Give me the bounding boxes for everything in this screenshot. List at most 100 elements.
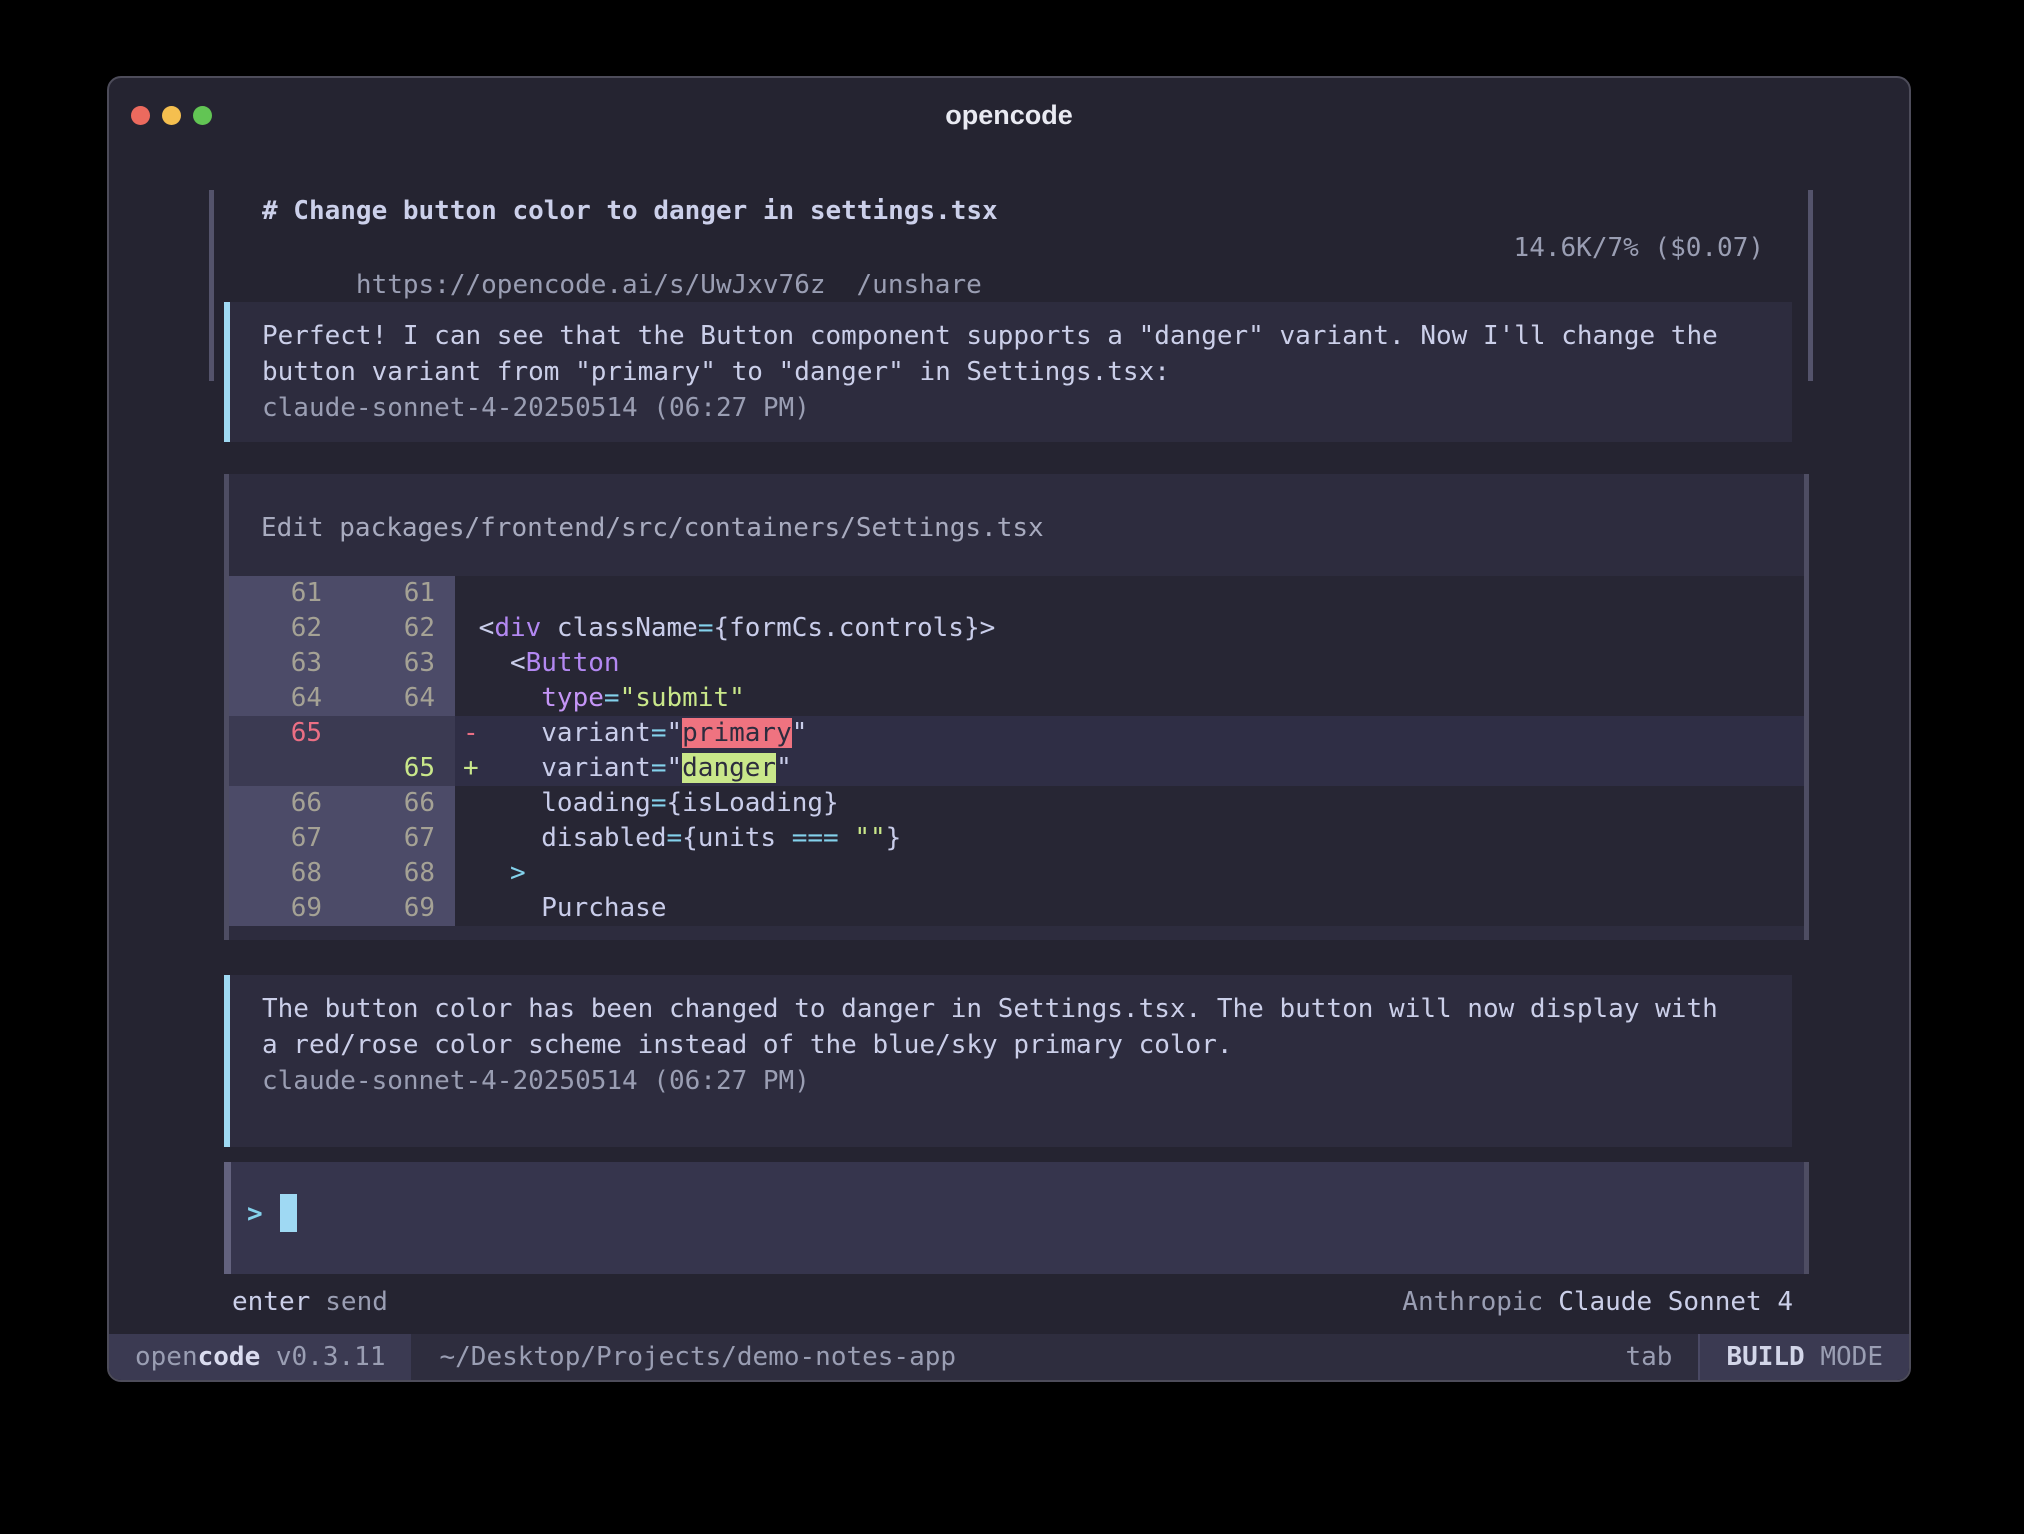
old-line-number: 63 — [229, 646, 342, 681]
old-line-number: 67 — [229, 821, 342, 856]
code-line: variant="primary"- — [455, 716, 1804, 751]
tab-hint[interactable]: tab — [1625, 1334, 1698, 1380]
edit-tool-title: Edit packages/frontend/src/containers/Se… — [261, 510, 1804, 546]
code-token-op: === — [792, 823, 839, 853]
message-model-meta: claude-sonnet-4-20250514 (06:27 PM) — [262, 1063, 1792, 1099]
code-line: variant="danger"+ — [455, 751, 1804, 786]
keybind-enter-action: send — [325, 1287, 388, 1317]
code-token-plain — [463, 858, 510, 888]
diff-line-context: 6363 <Button — [229, 646, 1804, 681]
new-line-number: 66 — [342, 786, 455, 821]
code-token-str: "submit" — [620, 683, 745, 713]
diff-marker: + — [463, 751, 479, 786]
window-title: opencode — [109, 100, 1909, 131]
text-cursor — [280, 1194, 297, 1232]
code-token-tag: div — [494, 613, 541, 643]
session-title: # Change button color to danger in setti… — [262, 193, 1808, 230]
footer-hints: enter send Anthropic Claude Sonnet 4 — [224, 1284, 1809, 1320]
new-line-number: 64 — [342, 681, 455, 716]
code-token-plain: Purchase — [463, 893, 667, 923]
diff-line-context: 6969 Purchase — [229, 891, 1804, 926]
code-token-op: > — [510, 858, 526, 888]
diff-line-context: 6666 loading={isLoading} — [229, 786, 1804, 821]
assistant-message: Perfect! I can see that the Button compo… — [224, 302, 1792, 442]
new-line-number: 68 — [342, 856, 455, 891]
code-line: type="submit" — [455, 681, 1804, 716]
old-line-number: 65 — [229, 716, 342, 751]
code-token-op: = — [651, 788, 667, 818]
unshare-command: /unshare — [857, 270, 982, 300]
code-token-plain: " — [792, 718, 808, 748]
old-line-number: 69 — [229, 891, 342, 926]
code-token-op: = — [604, 683, 620, 713]
code-token-plain: variant — [463, 753, 651, 783]
code-token-tag: Button — [526, 648, 620, 678]
code-line: > — [455, 856, 1804, 891]
diff-line-added: 65 variant="danger"+ — [229, 751, 1804, 786]
new-line-number: 69 — [342, 891, 455, 926]
code-token-plain: " — [667, 718, 683, 748]
code-token-del: primary — [682, 718, 792, 748]
provider-name: Anthropic — [1402, 1287, 1543, 1317]
prompt-symbol: > — [247, 1199, 263, 1229]
edit-tool-card: Edit packages/frontend/src/containers/Se… — [224, 474, 1809, 940]
app-version: v0.3.11 — [260, 1342, 385, 1372]
context-stats: 14.6K/7% ($0.07) — [1514, 230, 1764, 267]
app-version-chip: opencode v0.3.11 — [109, 1334, 411, 1380]
diff-view: 61616262 <div className={formCs.controls… — [229, 576, 1804, 926]
app-name-open: open — [135, 1342, 198, 1372]
new-line-number: 63 — [342, 646, 455, 681]
message-text-line: button variant from "primary" to "danger… — [262, 354, 1792, 390]
diff-line-context: 6464 type="submit" — [229, 681, 1804, 716]
code-line — [455, 576, 1804, 611]
code-token-attr: type — [541, 683, 604, 713]
code-token-plain: variant — [463, 718, 651, 748]
code-token-op: = — [667, 823, 683, 853]
code-token-plain: {formCs.controls}> — [713, 613, 995, 643]
mode-label: MODE — [1805, 1342, 1883, 1372]
prompt-input[interactable]: > — [224, 1162, 1809, 1274]
diff-line-context: 6767 disabled={units === ""} — [229, 821, 1804, 856]
status-bar: opencode v0.3.11 ~/Desktop/Projects/demo… — [109, 1334, 1909, 1380]
code-token-plain: className — [541, 613, 698, 643]
code-line: <Button — [455, 646, 1804, 681]
assistant-message: The button color has been changed to dan… — [224, 975, 1792, 1147]
message-text-line: a red/rose color scheme instead of the b… — [262, 1027, 1792, 1063]
old-line-number: 61 — [229, 576, 342, 611]
code-line: disabled={units === ""} — [455, 821, 1804, 856]
diff-line-context: 6161 — [229, 576, 1804, 611]
message-text-line: The button color has been changed to dan… — [262, 991, 1792, 1027]
code-token-plain: } — [886, 823, 902, 853]
code-line: <div className={formCs.controls}> — [455, 611, 1804, 646]
old-line-number: 66 — [229, 786, 342, 821]
code-token-op: = — [651, 753, 667, 783]
message-model-meta: claude-sonnet-4-20250514 (06:27 PM) — [262, 390, 1792, 426]
new-line-number: 61 — [342, 576, 455, 611]
code-token-plain: disabled — [463, 823, 667, 853]
code-token-plain: < — [463, 648, 526, 678]
code-token-plain — [839, 823, 855, 853]
message-text-line: Perfect! I can see that the Button compo… — [262, 318, 1792, 354]
working-directory: ~/Desktop/Projects/demo-notes-app — [411, 1334, 956, 1380]
app-name-code: code — [198, 1342, 261, 1372]
code-token-plain — [463, 683, 541, 713]
keybind-enter: enter — [232, 1287, 310, 1317]
code-token-add: danger — [682, 753, 776, 783]
old-line-number: 68 — [229, 856, 342, 891]
code-token-plain: {isLoading} — [667, 788, 839, 818]
new-line-number: 65 — [342, 751, 455, 786]
mode-name: BUILD — [1726, 1342, 1804, 1372]
code-token-plain: {units — [682, 823, 792, 853]
build-mode-chip[interactable]: BUILD MODE — [1698, 1334, 1909, 1380]
new-line-number: 62 — [342, 611, 455, 646]
diff-marker: - — [463, 716, 479, 751]
code-token-plain: < — [463, 613, 494, 643]
model-name: Claude Sonnet 4 — [1558, 1287, 1793, 1317]
code-token-op: = — [698, 613, 714, 643]
share-url: https://opencode.ai/s/UwJxv76z — [356, 270, 826, 300]
code-token-plain: " — [776, 753, 792, 783]
old-line-number: 64 — [229, 681, 342, 716]
code-token-plain: " — [667, 753, 683, 783]
old-line-number — [229, 751, 342, 786]
diff-line-removed: 65 variant="primary"- — [229, 716, 1804, 751]
